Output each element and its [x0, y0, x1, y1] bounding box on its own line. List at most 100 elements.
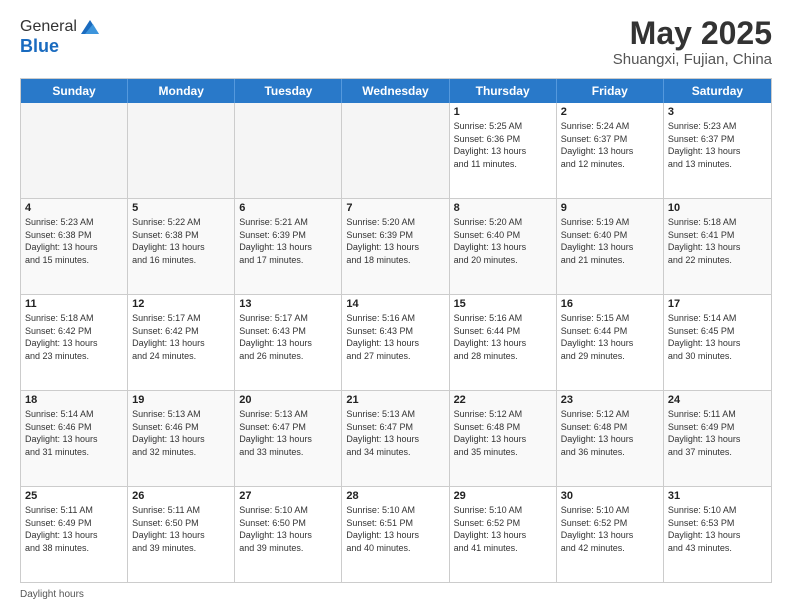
day-info: Sunrise: 5:20 AM Sunset: 6:40 PM Dayligh…	[454, 216, 552, 266]
calendar-cell: 12 Sunrise: 5:17 AM Sunset: 6:42 PM Dayli…	[128, 295, 235, 390]
day-number: 26	[132, 490, 230, 502]
calendar-cell: 19 Sunrise: 5:13 AM Sunset: 6:46 PM Dayli…	[128, 391, 235, 486]
calendar-cell: 16 Sunrise: 5:15 AM Sunset: 6:44 PM Dayli…	[557, 295, 664, 390]
calendar-cell: 6Sunrise: 5:21 AM Sunset: 6:39 PM Daylig…	[235, 199, 342, 294]
calendar-cell: 8 Sunrise: 5:20 AM Sunset: 6:40 PM Daylig…	[450, 199, 557, 294]
day-info: Sunrise: 5:22 AM Sunset: 6:38 PM Dayligh…	[132, 216, 230, 266]
day-number: 1	[454, 106, 552, 118]
calendar-cell: 18Sunrise: 5:14 AM Sunset: 6:46 PM Dayli…	[21, 391, 128, 486]
logo-general: General	[20, 18, 77, 36]
calendar-cell: 22 Sunrise: 5:12 AM Sunset: 6:48 PM Dayli…	[450, 391, 557, 486]
calendar-cell: 26Sunrise: 5:11 AM Sunset: 6:50 PM Dayli…	[128, 487, 235, 582]
daylight-label: Daylight hours	[20, 589, 84, 600]
day-number: 18	[25, 394, 123, 406]
day-info: Sunrise: 5:13 AM Sunset: 6:47 PM Dayligh…	[346, 408, 444, 458]
title-block: May 2025 Shuangxi, Fujian, China	[613, 16, 772, 68]
day-info: Sunrise: 5:25 AM Sunset: 6:36 PM Dayligh…	[454, 120, 552, 170]
day-number: 3	[668, 106, 767, 118]
calendar-cell: 15 Sunrise: 5:16 AM Sunset: 6:44 PM Dayli…	[450, 295, 557, 390]
day-info: Sunrise: 5:13 AM Sunset: 6:46 PM Dayligh…	[132, 408, 230, 458]
calendar-cell: 25 Sunrise: 5:11 AM Sunset: 6:49 PM Dayli…	[21, 487, 128, 582]
day-info: Sunrise: 5:19 AM Sunset: 6:40 PM Dayligh…	[561, 216, 659, 266]
day-of-week-header: Sunday	[21, 79, 128, 103]
logo-blue: Blue	[20, 36, 101, 57]
day-info: Sunrise: 5:11 AM Sunset: 6:49 PM Dayligh…	[25, 504, 123, 554]
calendar-cell	[342, 103, 449, 198]
calendar-cell: 14Sunrise: 5:16 AM Sunset: 6:43 PM Dayli…	[342, 295, 449, 390]
day-number: 17	[668, 298, 767, 310]
calendar-week-row: 4 Sunrise: 5:23 AM Sunset: 6:38 PM Daylig…	[21, 199, 771, 295]
day-info: Sunrise: 5:23 AM Sunset: 6:38 PM Dayligh…	[25, 216, 123, 266]
day-number: 8	[454, 202, 552, 214]
day-number: 13	[239, 298, 337, 310]
day-number: 5	[132, 202, 230, 214]
calendar-cell	[21, 103, 128, 198]
calendar-cell: 29Sunrise: 5:10 AM Sunset: 6:52 PM Dayli…	[450, 487, 557, 582]
day-number: 9	[561, 202, 659, 214]
calendar-cell	[235, 103, 342, 198]
logo: General Blue	[20, 16, 101, 57]
day-number: 7	[346, 202, 444, 214]
day-number: 15	[454, 298, 552, 310]
day-number: 23	[561, 394, 659, 406]
day-info: Sunrise: 5:14 AM Sunset: 6:45 PM Dayligh…	[668, 312, 767, 362]
day-info: Sunrise: 5:10 AM Sunset: 6:52 PM Dayligh…	[561, 504, 659, 554]
day-number: 16	[561, 298, 659, 310]
day-info: Sunrise: 5:16 AM Sunset: 6:44 PM Dayligh…	[454, 312, 552, 362]
calendar-cell: 11Sunrise: 5:18 AM Sunset: 6:42 PM Dayli…	[21, 295, 128, 390]
calendar-cell: 24 Sunrise: 5:11 AM Sunset: 6:49 PM Dayli…	[664, 391, 771, 486]
calendar-cell: 1 Sunrise: 5:25 AM Sunset: 6:36 PM Daylig…	[450, 103, 557, 198]
day-number: 2	[561, 106, 659, 118]
calendar-cell: 21 Sunrise: 5:13 AM Sunset: 6:47 PM Dayli…	[342, 391, 449, 486]
day-info: Sunrise: 5:24 AM Sunset: 6:37 PM Dayligh…	[561, 120, 659, 170]
day-number: 11	[25, 298, 123, 310]
day-info: Sunrise: 5:10 AM Sunset: 6:53 PM Dayligh…	[668, 504, 767, 554]
calendar-week-row: 18Sunrise: 5:14 AM Sunset: 6:46 PM Dayli…	[21, 391, 771, 487]
calendar-cell: 31Sunrise: 5:10 AM Sunset: 6:53 PM Dayli…	[664, 487, 771, 582]
day-number: 25	[25, 490, 123, 502]
day-number: 14	[346, 298, 444, 310]
day-info: Sunrise: 5:11 AM Sunset: 6:49 PM Dayligh…	[668, 408, 767, 458]
day-number: 19	[132, 394, 230, 406]
day-info: Sunrise: 5:10 AM Sunset: 6:52 PM Dayligh…	[454, 504, 552, 554]
day-of-week-header: Friday	[557, 79, 664, 103]
day-info: Sunrise: 5:17 AM Sunset: 6:43 PM Dayligh…	[239, 312, 337, 362]
day-number: 12	[132, 298, 230, 310]
day-number: 27	[239, 490, 337, 502]
day-number: 21	[346, 394, 444, 406]
day-of-week-header: Wednesday	[342, 79, 449, 103]
calendar-cell: 7 Sunrise: 5:20 AM Sunset: 6:39 PM Daylig…	[342, 199, 449, 294]
calendar-cell: 3 Sunrise: 5:23 AM Sunset: 6:37 PM Daylig…	[664, 103, 771, 198]
calendar-cell: 10Sunrise: 5:18 AM Sunset: 6:41 PM Dayli…	[664, 199, 771, 294]
day-info: Sunrise: 5:15 AM Sunset: 6:44 PM Dayligh…	[561, 312, 659, 362]
day-of-week-header: Thursday	[450, 79, 557, 103]
calendar-cell: 13 Sunrise: 5:17 AM Sunset: 6:43 PM Dayli…	[235, 295, 342, 390]
day-info: Sunrise: 5:10 AM Sunset: 6:51 PM Dayligh…	[346, 504, 444, 554]
day-info: Sunrise: 5:12 AM Sunset: 6:48 PM Dayligh…	[454, 408, 552, 458]
page: General Blue May 2025 Shuangxi, Fujian, …	[0, 0, 792, 612]
day-number: 24	[668, 394, 767, 406]
calendar: SundayMondayTuesdayWednesdayThursdayFrid…	[20, 78, 772, 583]
day-info: Sunrise: 5:20 AM Sunset: 6:39 PM Dayligh…	[346, 216, 444, 266]
day-of-week-header: Saturday	[664, 79, 771, 103]
day-number: 10	[668, 202, 767, 214]
calendar-week-row: 11Sunrise: 5:18 AM Sunset: 6:42 PM Dayli…	[21, 295, 771, 391]
calendar-cell: 17 Sunrise: 5:14 AM Sunset: 6:45 PM Dayli…	[664, 295, 771, 390]
day-number: 22	[454, 394, 552, 406]
day-of-week-header: Tuesday	[235, 79, 342, 103]
calendar-header: SundayMondayTuesdayWednesdayThursdayFrid…	[21, 79, 771, 103]
calendar-cell: 30Sunrise: 5:10 AM Sunset: 6:52 PM Dayli…	[557, 487, 664, 582]
day-number: 28	[346, 490, 444, 502]
logo-icon	[79, 16, 101, 38]
day-info: Sunrise: 5:17 AM Sunset: 6:42 PM Dayligh…	[132, 312, 230, 362]
calendar-cell	[128, 103, 235, 198]
day-number: 4	[25, 202, 123, 214]
calendar-week-row: 1 Sunrise: 5:25 AM Sunset: 6:36 PM Daylig…	[21, 103, 771, 199]
day-info: Sunrise: 5:23 AM Sunset: 6:37 PM Dayligh…	[668, 120, 767, 170]
calendar-week-row: 25 Sunrise: 5:11 AM Sunset: 6:49 PM Dayli…	[21, 487, 771, 582]
calendar-cell: 4 Sunrise: 5:23 AM Sunset: 6:38 PM Daylig…	[21, 199, 128, 294]
day-info: Sunrise: 5:21 AM Sunset: 6:39 PM Dayligh…	[239, 216, 337, 266]
day-of-week-header: Monday	[128, 79, 235, 103]
footer: Daylight hours	[20, 589, 772, 600]
calendar-cell: 20Sunrise: 5:13 AM Sunset: 6:47 PM Dayli…	[235, 391, 342, 486]
